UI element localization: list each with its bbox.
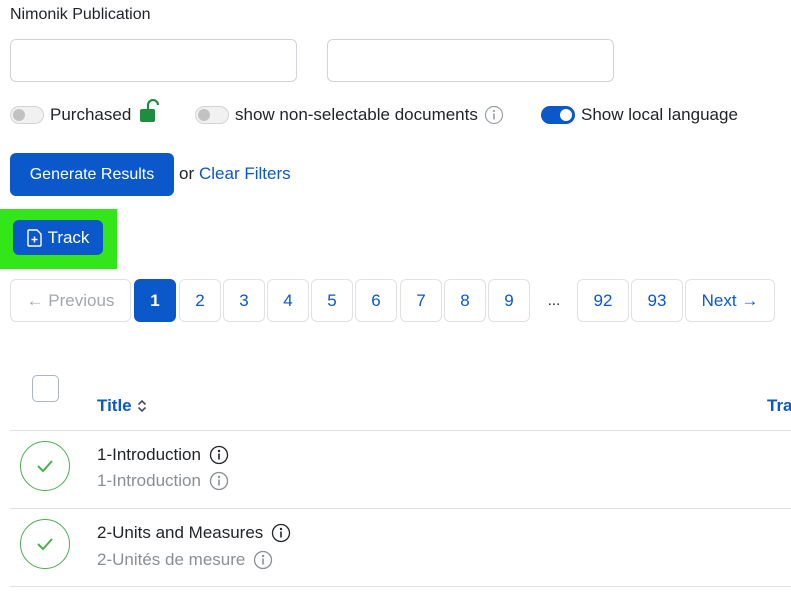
row-divider (10, 508, 791, 509)
info-icon[interactable] (484, 105, 504, 125)
publication-input-1[interactable] (10, 39, 297, 82)
row-divider (10, 586, 791, 587)
track-label: Track (47, 227, 90, 247)
page-92[interactable]: 92 (577, 279, 629, 322)
or-text: or (179, 164, 195, 183)
local-language-switch[interactable] (541, 106, 575, 124)
page-9[interactable]: 9 (488, 279, 530, 322)
page-5[interactable]: 5 (311, 279, 353, 322)
row-status-check-icon[interactable] (20, 441, 70, 491)
non-selectable-toggle-group: show non-selectable documents (195, 100, 504, 130)
track-button[interactable]: Track (13, 220, 103, 255)
previous-page-button[interactable]: ← Previous (10, 279, 131, 322)
row-status-check-icon[interactable] (20, 519, 70, 569)
row-title-text: 2-Units and Measures (97, 523, 264, 542)
page-93[interactable]: 93 (631, 279, 683, 322)
generate-results-button[interactable]: Generate Results (10, 153, 174, 196)
purchased-switch[interactable] (10, 106, 44, 124)
select-all-checkbox[interactable] (32, 375, 59, 402)
row-title: 1-Introduction (97, 445, 229, 465)
page-4[interactable]: 4 (267, 279, 309, 322)
info-icon[interactable] (209, 471, 229, 491)
header-divider (10, 430, 791, 431)
sort-icon[interactable] (137, 399, 147, 413)
page-1[interactable]: 1 (134, 279, 176, 322)
info-icon[interactable] (253, 550, 273, 570)
pagination-ellipsis: ... (547, 292, 561, 309)
row-subtitle: 2-Unités de mesure (97, 550, 273, 570)
info-icon[interactable] (209, 445, 229, 465)
row-subtitle-text: 2-Unités de mesure (97, 550, 246, 569)
local-language-toggle-group: Show local language (541, 100, 738, 130)
file-plus-icon (26, 228, 42, 247)
purchased-toggle-group: Purchased (10, 99, 161, 130)
unlocked-lock-icon (139, 99, 161, 123)
title-header-label: Title (97, 396, 132, 415)
page-8[interactable]: 8 (444, 279, 486, 322)
row-subtitle-text: 1-Introduction (97, 471, 201, 490)
non-selectable-label: show non-selectable documents (235, 105, 478, 124)
page-7[interactable]: 7 (400, 279, 442, 322)
local-language-label: Show local language (581, 105, 738, 124)
page-6[interactable]: 6 (355, 279, 397, 322)
non-selectable-switch[interactable] (195, 106, 229, 124)
row-title: 2-Units and Measures (97, 523, 291, 543)
purchased-label: Purchased (50, 105, 132, 124)
second-column-header[interactable]: Tra (767, 396, 791, 416)
publication-input-2[interactable] (327, 39, 614, 82)
info-icon[interactable] (271, 523, 291, 543)
row-title-text: 1-Introduction (97, 445, 201, 464)
publication-label: Nimonik Publication (10, 6, 151, 23)
page-2[interactable]: 2 (179, 279, 221, 322)
row-subtitle: 1-Introduction (97, 471, 229, 491)
next-page-button[interactable]: Next → (685, 279, 775, 322)
clear-filters-link[interactable]: Clear Filters (199, 164, 291, 184)
title-column-header[interactable]: Title (97, 396, 147, 416)
page-3[interactable]: 3 (223, 279, 265, 322)
